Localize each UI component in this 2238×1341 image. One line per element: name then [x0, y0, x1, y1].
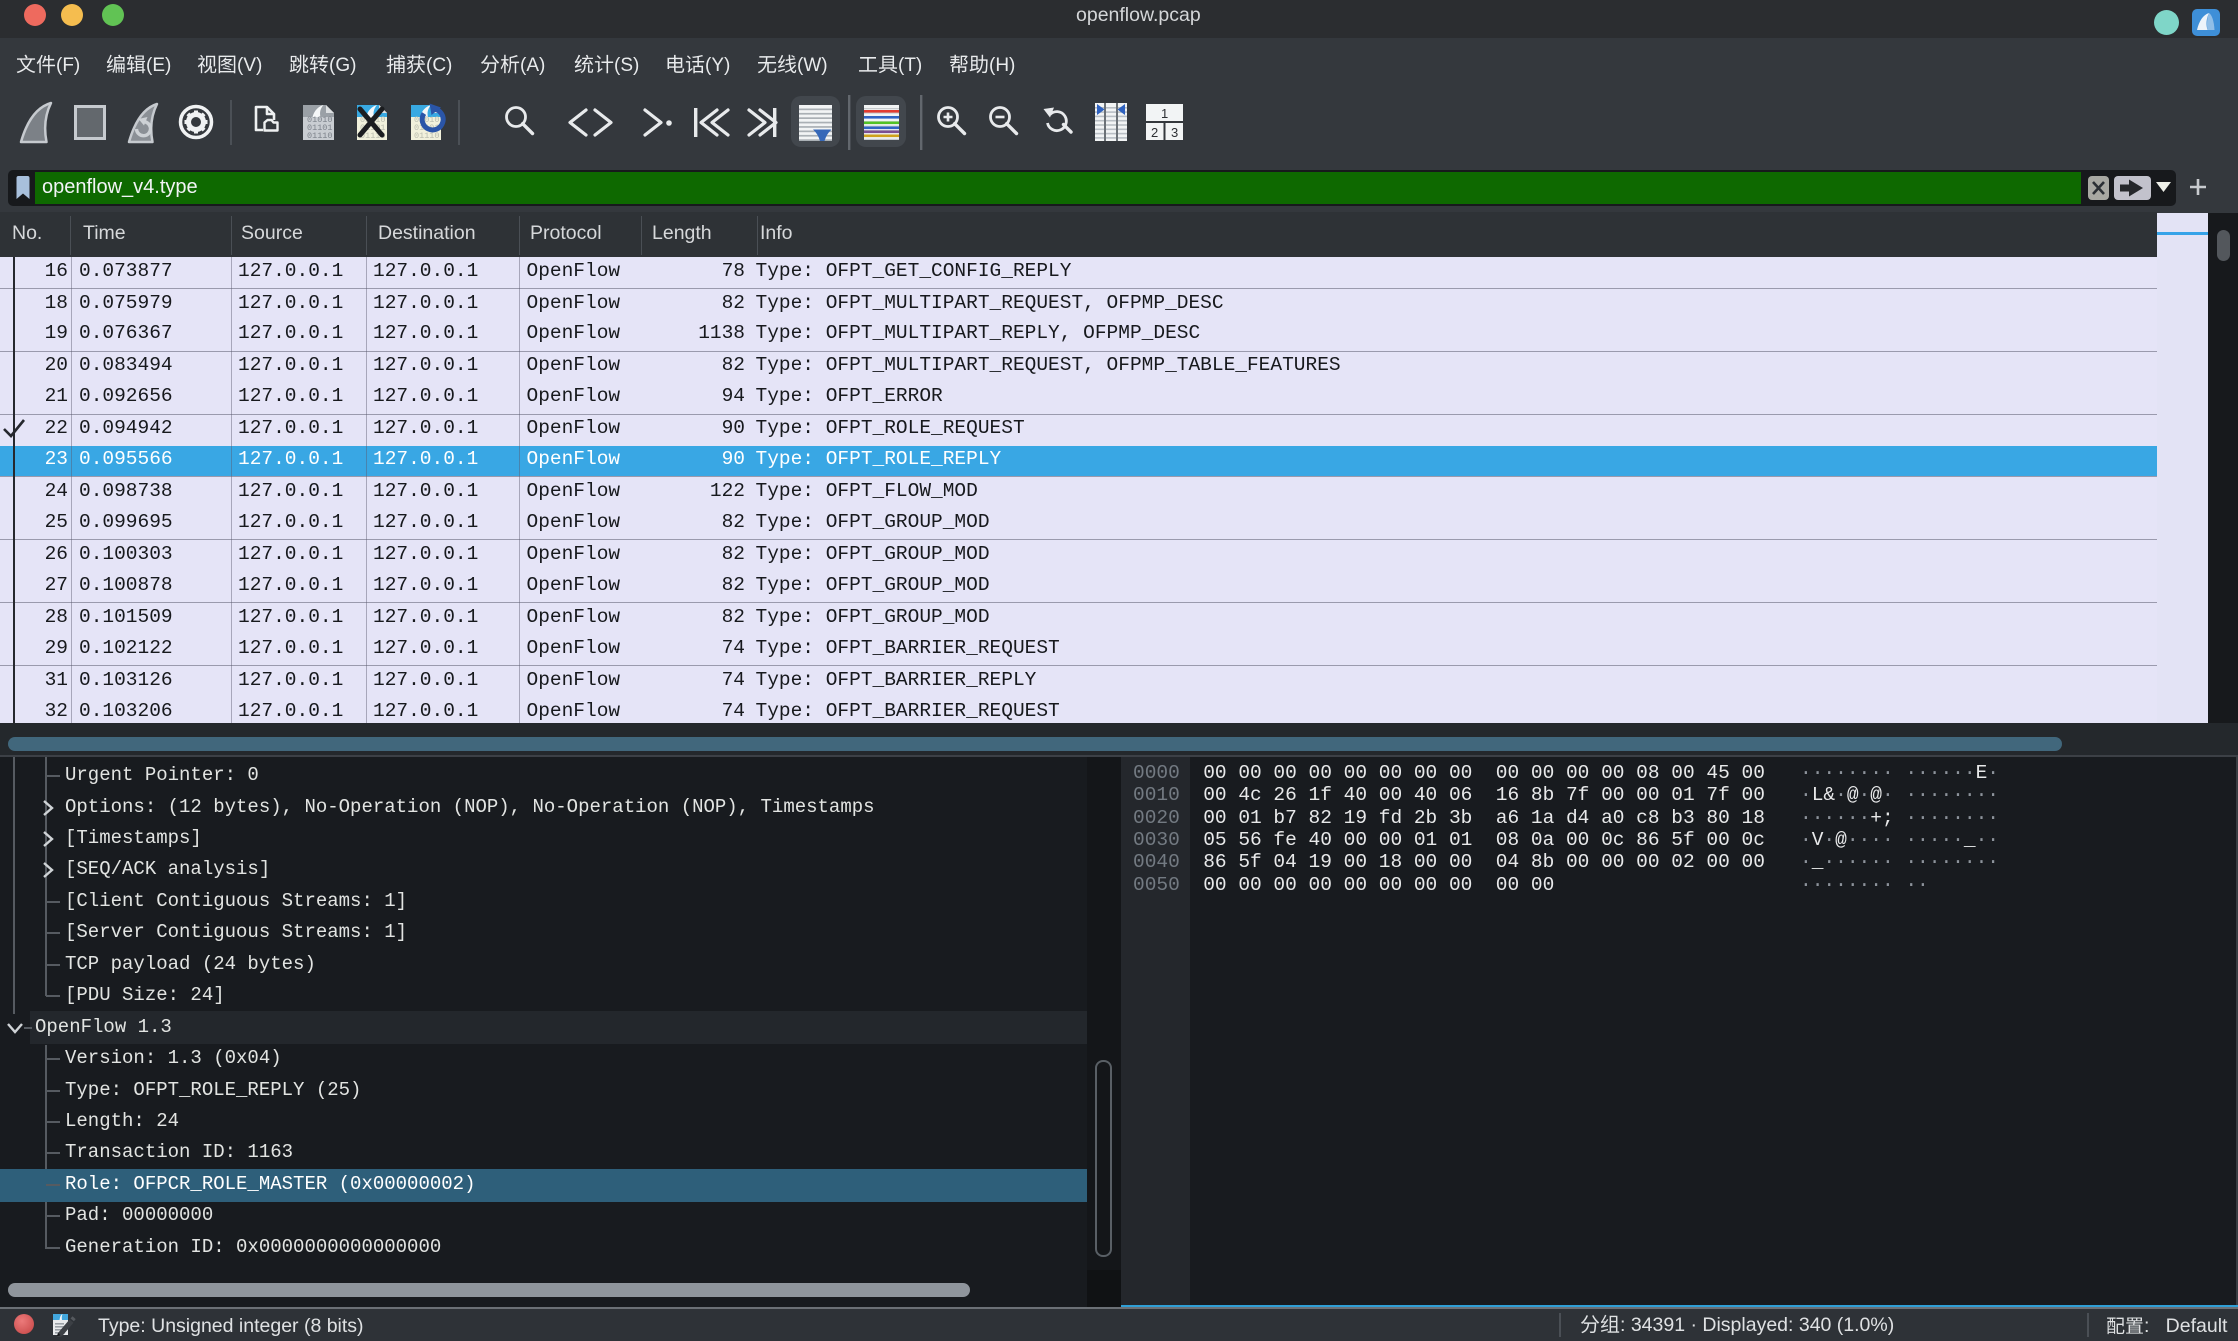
svg-text:3: 3	[1171, 125, 1178, 140]
svg-text:01110: 01110	[414, 131, 440, 141]
svg-text:2: 2	[1151, 125, 1158, 140]
svg-text:1: 1	[1161, 106, 1168, 121]
svg-text:01110: 01110	[307, 131, 333, 141]
